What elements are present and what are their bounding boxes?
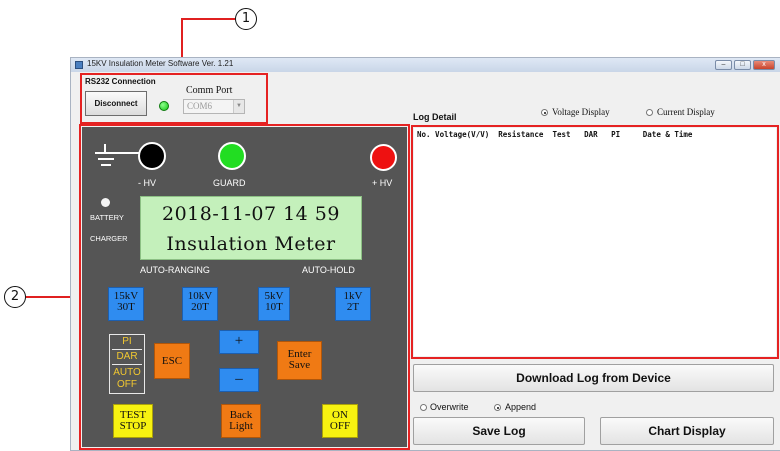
callout-2-line — [26, 296, 72, 298]
plus-button[interactable]: + — [219, 330, 259, 354]
overwrite-label: Overwrite — [430, 402, 469, 412]
battery-label: BATTERY — [90, 213, 124, 222]
comm-port-value: COM6 — [187, 101, 213, 111]
auto-hold-label: AUTO-HOLD — [302, 265, 355, 275]
range-10kv-bottom: 20T — [191, 301, 209, 313]
minimize-button[interactable]: – — [715, 60, 732, 70]
range-5kv-bottom: 10T — [265, 301, 283, 313]
current-display-radio[interactable] — [646, 109, 653, 116]
ground-icon — [95, 144, 142, 174]
guard-label: GUARD — [213, 178, 246, 188]
voltage-display-radio[interactable] — [541, 109, 548, 116]
range-1kv-bottom: 2T — [346, 301, 360, 313]
test-stop-button[interactable]: TEST STOP — [113, 404, 153, 438]
callout-1-line-h — [182, 18, 235, 20]
lcd-display: 2018-11-07 14 59 Insulation Meter — [140, 196, 362, 260]
voltage-display-label: Voltage Display — [552, 107, 610, 117]
callout-2: 2 — [4, 286, 26, 308]
mode-pi: PI — [122, 336, 132, 347]
mode-separator — [112, 349, 142, 350]
range-15kv-bottom: 30T — [117, 301, 135, 313]
minus-hv-label: - HV — [138, 178, 156, 188]
chevron-down-icon: ▼ — [233, 100, 244, 113]
minus-hv-terminal — [138, 142, 166, 170]
append-radio[interactable] — [494, 404, 501, 411]
overwrite-radio[interactable] — [420, 404, 427, 411]
mode-off: OFF — [117, 379, 137, 390]
minus-button[interactable]: – — [219, 368, 259, 392]
stop-label: STOP — [119, 420, 147, 432]
comm-port-label: Comm Port — [186, 85, 233, 96]
mode-separator — [112, 364, 142, 365]
rs232-group-label: RS232 Connection — [85, 77, 156, 86]
title-bar: 15KV Insulation Meter Software Ver. 1.21… — [71, 58, 780, 72]
current-display-label: Current Display — [657, 107, 715, 117]
backlight-button[interactable]: Back Light — [221, 404, 261, 438]
light-label: Light — [229, 420, 253, 432]
battery-indicator — [101, 198, 110, 207]
range-15kv-button[interactable]: 15kV 30T — [108, 287, 144, 321]
save-label: Save — [288, 359, 311, 371]
maximize-button[interactable]: □ — [734, 60, 751, 70]
range-1kv-button[interactable]: 1kV 2T — [335, 287, 371, 321]
log-detail-title: Log Detail — [413, 112, 457, 122]
range-5kv-button[interactable]: 5kV 10T — [258, 287, 290, 321]
log-highlight — [411, 125, 779, 359]
append-label: Append — [505, 402, 537, 412]
plus-hv-label: + HV — [372, 178, 393, 188]
lcd-datetime: 2018-11-07 14 59 — [162, 203, 340, 225]
chart-display-button[interactable]: Chart Display — [600, 417, 774, 445]
app-icon — [75, 61, 83, 69]
off-label: OFF — [329, 420, 351, 432]
close-button[interactable]: x — [753, 60, 775, 70]
mode-dar: DAR — [116, 351, 138, 362]
esc-button[interactable]: ESC — [154, 343, 190, 379]
lcd-title: Insulation Meter — [166, 233, 336, 255]
on-off-button[interactable]: ON OFF — [322, 404, 358, 438]
enter-save-button[interactable]: Enter Save — [277, 341, 322, 380]
mode-auto: AUTO — [113, 367, 141, 378]
disconnect-button[interactable]: Disconnect — [85, 91, 147, 116]
download-log-button[interactable]: Download Log from Device — [413, 364, 774, 392]
range-10kv-button[interactable]: 10kV 20T — [182, 287, 218, 321]
connection-status-led — [159, 101, 169, 111]
save-log-button[interactable]: Save Log — [413, 417, 585, 445]
guard-terminal — [218, 142, 246, 170]
comm-port-select[interactable]: COM6 ▼ — [183, 99, 245, 114]
mode-indicator: PI DAR AUTO OFF — [109, 334, 145, 394]
callout-1: 1 — [235, 8, 257, 30]
plus-hv-terminal — [370, 144, 397, 171]
auto-ranging-label: AUTO-RANGING — [140, 265, 210, 275]
charger-label: CHARGER — [90, 234, 128, 243]
window-title: 15KV Insulation Meter Software Ver. 1.21 — [87, 59, 234, 68]
